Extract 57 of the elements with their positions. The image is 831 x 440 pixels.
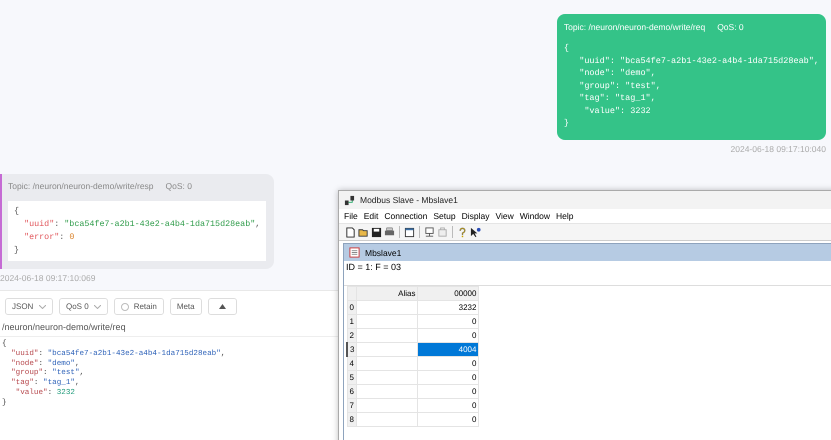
printer-icon[interactable] bbox=[384, 226, 395, 238]
message-topic: Topic: /neuron/neuron-demo/write/req bbox=[564, 22, 706, 32]
register-cell[interactable]: 4004 bbox=[418, 342, 479, 356]
retain-toggle[interactable]: Retain bbox=[114, 298, 164, 315]
message-qos: QoS: 0 bbox=[717, 22, 744, 32]
triangle-up-icon bbox=[218, 304, 226, 309]
slave-id-label: ID = 1: F = 03 bbox=[346, 262, 402, 272]
expand-button[interactable] bbox=[208, 298, 237, 315]
folder-icon[interactable] bbox=[358, 226, 369, 238]
register-cell[interactable]: 0 bbox=[418, 314, 479, 328]
app-icon bbox=[344, 194, 355, 206]
row-number: 5 bbox=[347, 370, 357, 384]
row-number: 0 bbox=[347, 300, 357, 314]
menu-item[interactable]: File bbox=[342, 211, 362, 221]
context-help-icon[interactable] bbox=[470, 226, 481, 238]
register-cell[interactable]: 0 bbox=[418, 370, 479, 384]
message-time: 2024-06-18 09:17:10:040 bbox=[730, 144, 826, 154]
message-payload: { "uuid": "bca54fe7-a2b1-43e2-a4b4-1da715d28eab", "node": "demo", "group": "test", "tag": "tag_1", "value": 3232 } bbox=[564, 42, 819, 130]
register-cell[interactable]: 0 bbox=[418, 384, 479, 398]
row-number: 6 bbox=[347, 384, 357, 398]
row-number: 2 bbox=[347, 328, 357, 342]
menu-item[interactable]: View bbox=[493, 211, 518, 221]
window-icon[interactable] bbox=[404, 226, 415, 238]
topic-field[interactable]: /neuron/neuron-demo/write/req bbox=[0, 322, 128, 332]
row-number: 7 bbox=[347, 398, 357, 412]
message-qos: QoS: 0 bbox=[166, 180, 192, 190]
row-number: 1 bbox=[347, 314, 357, 328]
document-icon bbox=[349, 247, 360, 258]
menu-item[interactable]: Display bbox=[460, 211, 494, 221]
column-header: 00000 bbox=[418, 286, 479, 300]
row-number: 3 bbox=[347, 342, 357, 356]
menu-item[interactable]: Window bbox=[518, 211, 554, 221]
row-number: 8 bbox=[347, 412, 357, 426]
menu-item[interactable]: Connection bbox=[382, 211, 432, 221]
new-file-icon[interactable] bbox=[345, 226, 356, 238]
help-icon[interactable] bbox=[457, 226, 468, 238]
format-dropdown[interactable]: JSON bbox=[5, 298, 53, 315]
column-header: Alias bbox=[356, 286, 418, 300]
register-cell[interactable]: 0 bbox=[418, 398, 479, 412]
window-title: Modbus Slave - Mbslave1 bbox=[360, 195, 458, 205]
menu-item[interactable]: Edit bbox=[362, 211, 382, 221]
register-cell[interactable]: 0 bbox=[418, 356, 479, 370]
child-window-title: Mbslave1 bbox=[365, 248, 402, 258]
message-payload: { "uuid": "bca54fe7-a2b1-43e2-a4b4-1da715d28eab", "error": 0 } bbox=[8, 200, 266, 260]
menu-item[interactable]: Setup bbox=[431, 211, 460, 221]
meta-button[interactable]: Meta bbox=[170, 298, 202, 315]
row-number: 4 bbox=[347, 356, 357, 370]
message-time: 2024-06-18 09:17:10:069 bbox=[0, 272, 96, 282]
qos-dropdown[interactable]: QoS 0 bbox=[59, 298, 108, 315]
menu-item[interactable]: Help bbox=[554, 211, 578, 221]
chevron-down-icon bbox=[39, 304, 46, 308]
connect-icon[interactable] bbox=[424, 226, 435, 238]
register-cell[interactable]: 0 bbox=[418, 412, 479, 426]
save-icon[interactable] bbox=[371, 226, 382, 238]
register-cell[interactable]: 3232 bbox=[418, 300, 479, 314]
chevron-down-icon bbox=[94, 304, 101, 308]
message-topic: Topic: /neuron/neuron-demo/write/resp bbox=[8, 180, 154, 190]
